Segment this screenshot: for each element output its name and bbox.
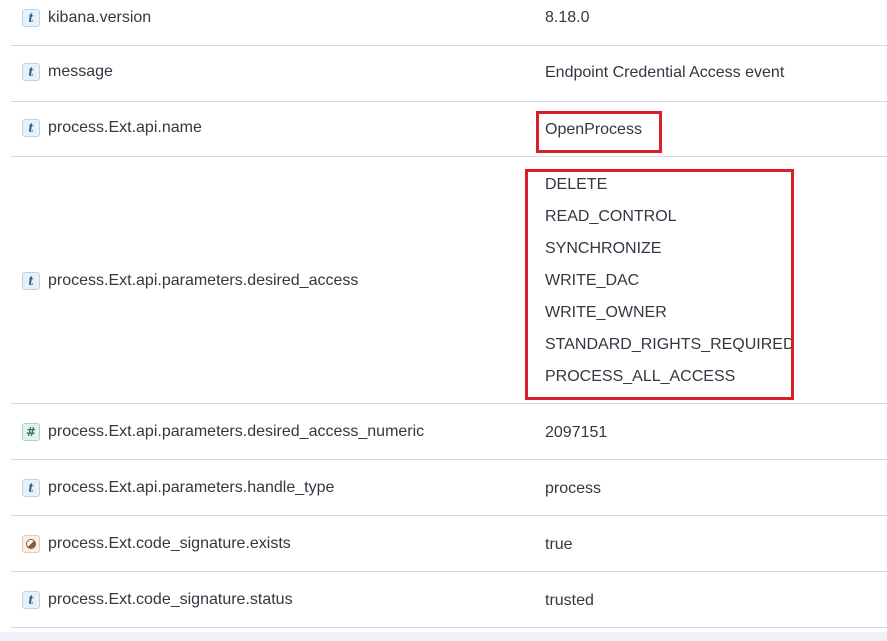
list-item: READ_CONTROL [545, 208, 677, 225]
list-item: DELETE [545, 176, 608, 193]
string-type-icon: t [22, 479, 40, 497]
table-row-desired-access-numeric: # process.Ext.api.parameters.desired_acc… [11, 404, 887, 460]
field-value: true [545, 536, 573, 553]
field-name: process.Ext.api.parameters.desired_acces… [48, 272, 359, 289]
list-item: PROCESS_ALL_ACCESS [545, 368, 736, 385]
boolean-glyph-icon [26, 539, 36, 549]
string-type-icon: t [22, 119, 40, 137]
field-value: trusted [545, 592, 594, 609]
table-row-code-signature-exists: process.Ext.code_signature.exists true [11, 516, 887, 572]
field-cell: t process.Ext.api.parameters.desired_acc… [22, 272, 358, 290]
field-name: kibana.version [48, 9, 152, 26]
list-item: SYNCHRONIZE [545, 240, 662, 257]
field-name: process.Ext.api.parameters.handle_type [48, 479, 335, 496]
list-item: WRITE_OWNER [545, 304, 667, 321]
table-row-handle-type: t process.Ext.api.parameters.handle_type… [11, 460, 887, 516]
table-row-api-name: t process.Ext.api.name OpenProcess [11, 102, 887, 157]
string-type-icon: t [22, 9, 40, 27]
field-cell: t process.Ext.code_signature.status [22, 591, 293, 609]
field-cell: t process.Ext.api.name [22, 119, 202, 137]
table-row-kibana-version: t kibana.version 8.18.0 [11, 0, 887, 46]
table-row-desired-access: t process.Ext.api.parameters.desired_acc… [11, 157, 887, 404]
field-cell: t kibana.version [22, 9, 151, 27]
field-value: Endpoint Credential Access event [545, 64, 785, 81]
list-item: STANDARD_RIGHTS_REQUIRED [545, 336, 795, 353]
field-name: message [48, 63, 113, 80]
field-name: process.Ext.api.parameters.desired_acces… [48, 423, 425, 440]
bottom-strip [0, 632, 887, 641]
field-name: process.Ext.api.name [48, 119, 202, 136]
field-value: 8.18.0 [545, 9, 590, 26]
document-fields-table: t kibana.version 8.18.0 t message Endpoi… [11, 0, 887, 628]
string-type-icon: t [22, 272, 40, 290]
table-row-message: t message Endpoint Credential Access eve… [11, 46, 887, 102]
string-type-icon: t [22, 63, 40, 81]
field-cell: # process.Ext.api.parameters.desired_acc… [22, 423, 424, 441]
field-value: process [545, 480, 602, 497]
field-cell: t process.Ext.api.parameters.handle_type [22, 479, 334, 497]
field-name: process.Ext.code_signature.status [48, 591, 293, 608]
field-cell: process.Ext.code_signature.exists [22, 535, 291, 553]
list-item: WRITE_DAC [545, 272, 640, 289]
table-row-code-signature-status: t process.Ext.code_signature.status trus… [11, 572, 887, 628]
field-value: OpenProcess [545, 121, 642, 138]
string-type-icon: t [22, 591, 40, 609]
field-name: process.Ext.code_signature.exists [48, 535, 291, 552]
field-value: 2097151 [545, 424, 608, 441]
boolean-type-icon [22, 535, 40, 553]
number-type-icon: # [22, 423, 40, 441]
field-cell: t message [22, 63, 113, 81]
